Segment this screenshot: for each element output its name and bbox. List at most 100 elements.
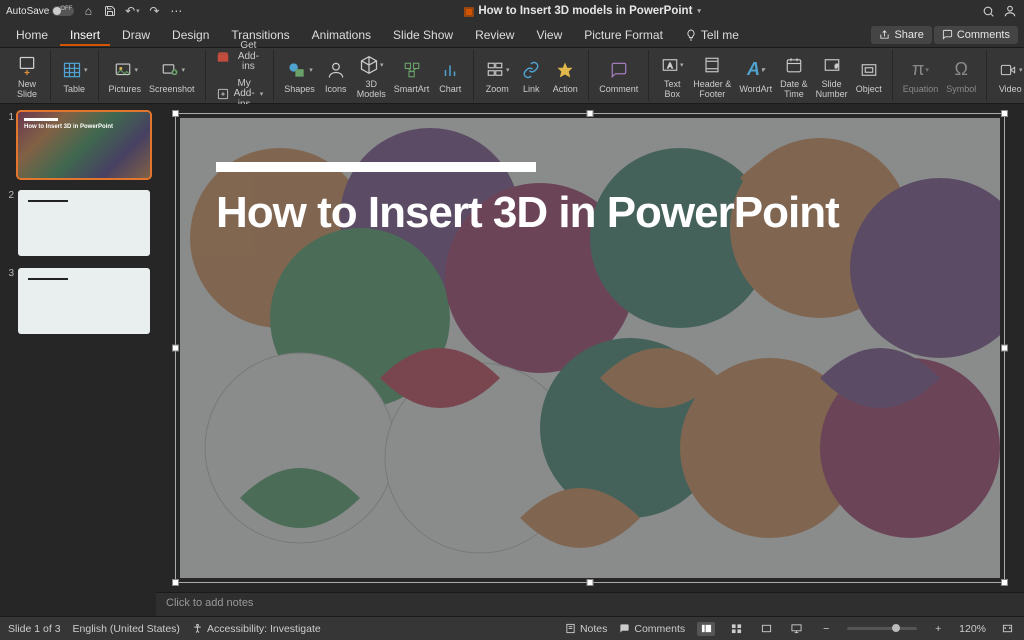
new-slide-button[interactable]: New Slide <box>10 50 44 101</box>
notes-toggle[interactable]: Notes <box>565 623 607 635</box>
smartart-icon <box>402 57 422 83</box>
zoom-in-button[interactable]: + <box>929 622 947 636</box>
resize-handle-w[interactable] <box>172 345 179 352</box>
share-button[interactable]: Share <box>871 26 931 44</box>
table-button[interactable]: ▾ Table <box>57 55 92 96</box>
resize-handle-sw[interactable] <box>172 579 179 586</box>
slide-number-icon: # <box>823 52 841 78</box>
document-title: ▣ How to Insert 3D models in PowerPoint … <box>463 4 700 18</box>
tab-insert[interactable]: Insert <box>60 24 110 46</box>
tab-view[interactable]: View <box>526 24 572 46</box>
account-icon[interactable] <box>1002 3 1018 19</box>
video-button[interactable]: ▾ Video <box>993 55 1024 96</box>
zoom-out-button[interactable]: − <box>817 622 835 636</box>
save-icon[interactable] <box>102 3 118 19</box>
zoom-level[interactable]: 120% <box>959 623 986 635</box>
fit-to-window-icon[interactable] <box>998 622 1016 636</box>
resize-handle-se[interactable] <box>1001 579 1008 586</box>
header-footer-icon <box>703 52 721 78</box>
notes-pane[interactable]: Click to add notes <box>156 592 1024 616</box>
view-normal-icon[interactable] <box>697 622 715 636</box>
pictures-icon: ▾ <box>112 57 139 83</box>
autosave-toggle[interactable]: AutoSave OFF <box>6 6 74 17</box>
lightbulb-icon <box>685 29 697 41</box>
redo-icon[interactable]: ↷ <box>146 3 162 19</box>
shapes-button[interactable]: ▾ Shapes <box>280 55 319 96</box>
tab-animations[interactable]: Animations <box>302 24 381 46</box>
thumb-slide-2[interactable] <box>18 190 150 256</box>
tab-picture-format[interactable]: Picture Format <box>574 24 673 46</box>
screenshot-button[interactable]: ▾ Screenshot <box>145 55 199 96</box>
equation-button[interactable]: π▾ Equation <box>899 55 943 96</box>
icons-button[interactable]: Icons <box>319 55 353 96</box>
thumb-number: 3 <box>6 268 14 334</box>
powerpoint-file-icon: ▣ <box>463 4 474 18</box>
comment-button[interactable]: Comment <box>595 55 642 96</box>
zoom-slider[interactable] <box>847 627 917 630</box>
resize-handle-e[interactable] <box>1001 345 1008 352</box>
date-time-button[interactable]: Date & Time <box>776 50 812 101</box>
chart-button[interactable]: Chart <box>433 55 467 96</box>
cube-icon: ▾ <box>359 52 384 78</box>
smartart-button[interactable]: SmartArt <box>390 55 434 96</box>
resize-handle-s[interactable] <box>587 579 594 586</box>
addins-icon <box>216 87 230 101</box>
slide-counter: Slide 1 of 3 <box>8 623 61 635</box>
tab-home[interactable]: Home <box>6 24 58 46</box>
resize-handle-nw[interactable] <box>172 110 179 117</box>
tab-slideshow[interactable]: Slide Show <box>383 24 463 46</box>
shapes-icon: ▾ <box>286 57 313 83</box>
slide-number-button[interactable]: # Slide Number <box>812 50 852 101</box>
autosave-label: AutoSave <box>6 6 49 17</box>
notes-icon <box>565 623 576 634</box>
language-status[interactable]: English (United States) <box>73 623 180 635</box>
link-button[interactable]: Link <box>514 55 548 96</box>
link-icon <box>522 57 540 83</box>
selection-frame <box>175 113 1005 583</box>
accessibility-status[interactable]: Accessibility: Investigate <box>192 623 321 635</box>
zoom-button[interactable]: ▾ Zoom <box>480 55 514 96</box>
more-icon[interactable]: ⋯ <box>168 3 184 19</box>
video-icon: ▾ <box>998 57 1023 83</box>
thumb-slide-1[interactable]: How to Insert 3D in PowerPoint <box>18 112 150 178</box>
comments-icon <box>619 623 630 634</box>
tab-review[interactable]: Review <box>465 24 524 46</box>
thumb-slide-3[interactable] <box>18 268 150 334</box>
comments-button[interactable]: Comments <box>934 26 1018 44</box>
object-button[interactable]: Object <box>852 55 886 96</box>
wordart-icon: A▾ <box>747 57 765 83</box>
pictures-button[interactable]: ▾ Pictures <box>105 55 146 96</box>
chart-icon <box>441 57 459 83</box>
header-footer-button[interactable]: Header & Footer <box>689 50 735 101</box>
slide-thumbnails-pane[interactable]: 1 How to Insert 3D in PowerPoint 2 3 <box>0 104 156 616</box>
screenshot-icon: ▾ <box>159 57 186 83</box>
resize-handle-ne[interactable] <box>1001 110 1008 117</box>
3d-models-button[interactable]: ▾ 3D Models <box>353 50 390 101</box>
undo-icon[interactable]: ↶▾ <box>124 3 140 19</box>
get-addins-button[interactable]: Get Add-ins <box>212 39 268 75</box>
slide-canvas[interactable]: How to Insert 3D in PowerPoint <box>180 118 1000 578</box>
wordart-button[interactable]: A▾ WordArt <box>735 55 776 96</box>
action-button[interactable]: Action <box>548 55 582 96</box>
svg-text:#: # <box>835 64 838 70</box>
tell-me[interactable]: Tell me <box>675 24 749 46</box>
search-icon[interactable] <box>980 3 996 19</box>
view-sorter-icon[interactable] <box>727 622 745 636</box>
icons-icon <box>326 57 346 83</box>
chevron-down-icon[interactable]: ▾ <box>697 7 701 15</box>
view-slideshow-icon[interactable] <box>787 622 805 636</box>
calendar-icon <box>785 52 803 78</box>
tab-draw[interactable]: Draw <box>112 24 160 46</box>
equation-icon: π▾ <box>912 57 929 83</box>
action-icon <box>556 57 574 83</box>
comments-toggle[interactable]: Comments <box>619 623 685 635</box>
svg-text:A: A <box>668 61 673 70</box>
thumb-number: 1 <box>6 112 14 178</box>
home-icon[interactable]: ⌂ <box>80 3 96 19</box>
resize-handle-n[interactable] <box>587 110 594 117</box>
accessibility-icon <box>192 623 203 634</box>
symbol-button[interactable]: Ω Symbol <box>942 55 980 96</box>
object-icon <box>860 57 878 83</box>
view-reading-icon[interactable] <box>757 622 775 636</box>
textbox-button[interactable]: A▾ Text Box <box>655 50 689 101</box>
